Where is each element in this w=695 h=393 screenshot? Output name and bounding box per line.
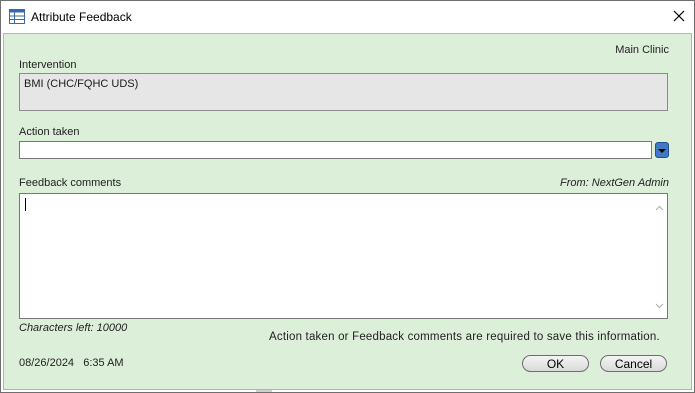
comments-scrollbar[interactable] bbox=[652, 194, 667, 318]
resize-grip bbox=[256, 390, 272, 392]
attribute-feedback-dialog: Attribute Feedback Main Clinic Intervent… bbox=[0, 0, 695, 393]
intervention-field: BMI (CHC/FQHC UDS) bbox=[19, 73, 668, 111]
dialog-content: Main Clinic Intervention BMI (CHC/FQHC U… bbox=[3, 33, 692, 390]
characters-left: Characters left: 10000 bbox=[19, 322, 128, 334]
dropdown-arrow-icon bbox=[658, 143, 666, 157]
close-button[interactable] bbox=[664, 1, 694, 33]
intervention-label: Intervention bbox=[19, 59, 77, 71]
table-icon bbox=[9, 9, 25, 24]
date-time: 08/26/2024 6:35 AM bbox=[19, 357, 124, 369]
action-taken-dropdown-button[interactable] bbox=[655, 142, 669, 158]
window-title: Attribute Feedback bbox=[31, 10, 132, 24]
clinic-name: Main Clinic bbox=[615, 44, 669, 56]
intervention-value: BMI (CHC/FQHC UDS) bbox=[24, 78, 139, 90]
feedback-comments-textarea[interactable] bbox=[19, 193, 668, 319]
feedback-comments-label: Feedback comments bbox=[19, 177, 122, 189]
cancel-button[interactable]: Cancel bbox=[600, 355, 667, 372]
text-cursor bbox=[25, 198, 26, 211]
ok-button[interactable]: OK bbox=[522, 355, 589, 372]
action-taken-label: Action taken bbox=[19, 126, 80, 138]
scroll-down-icon[interactable] bbox=[655, 298, 664, 312]
feedback-from: From: NextGen Admin bbox=[559, 177, 669, 189]
scroll-up-icon[interactable] bbox=[655, 200, 664, 214]
required-note: Action taken or Feedback comments are re… bbox=[269, 331, 660, 343]
title-bar: Attribute Feedback bbox=[1, 1, 694, 33]
close-icon bbox=[673, 10, 685, 25]
action-taken-select[interactable] bbox=[19, 141, 652, 159]
